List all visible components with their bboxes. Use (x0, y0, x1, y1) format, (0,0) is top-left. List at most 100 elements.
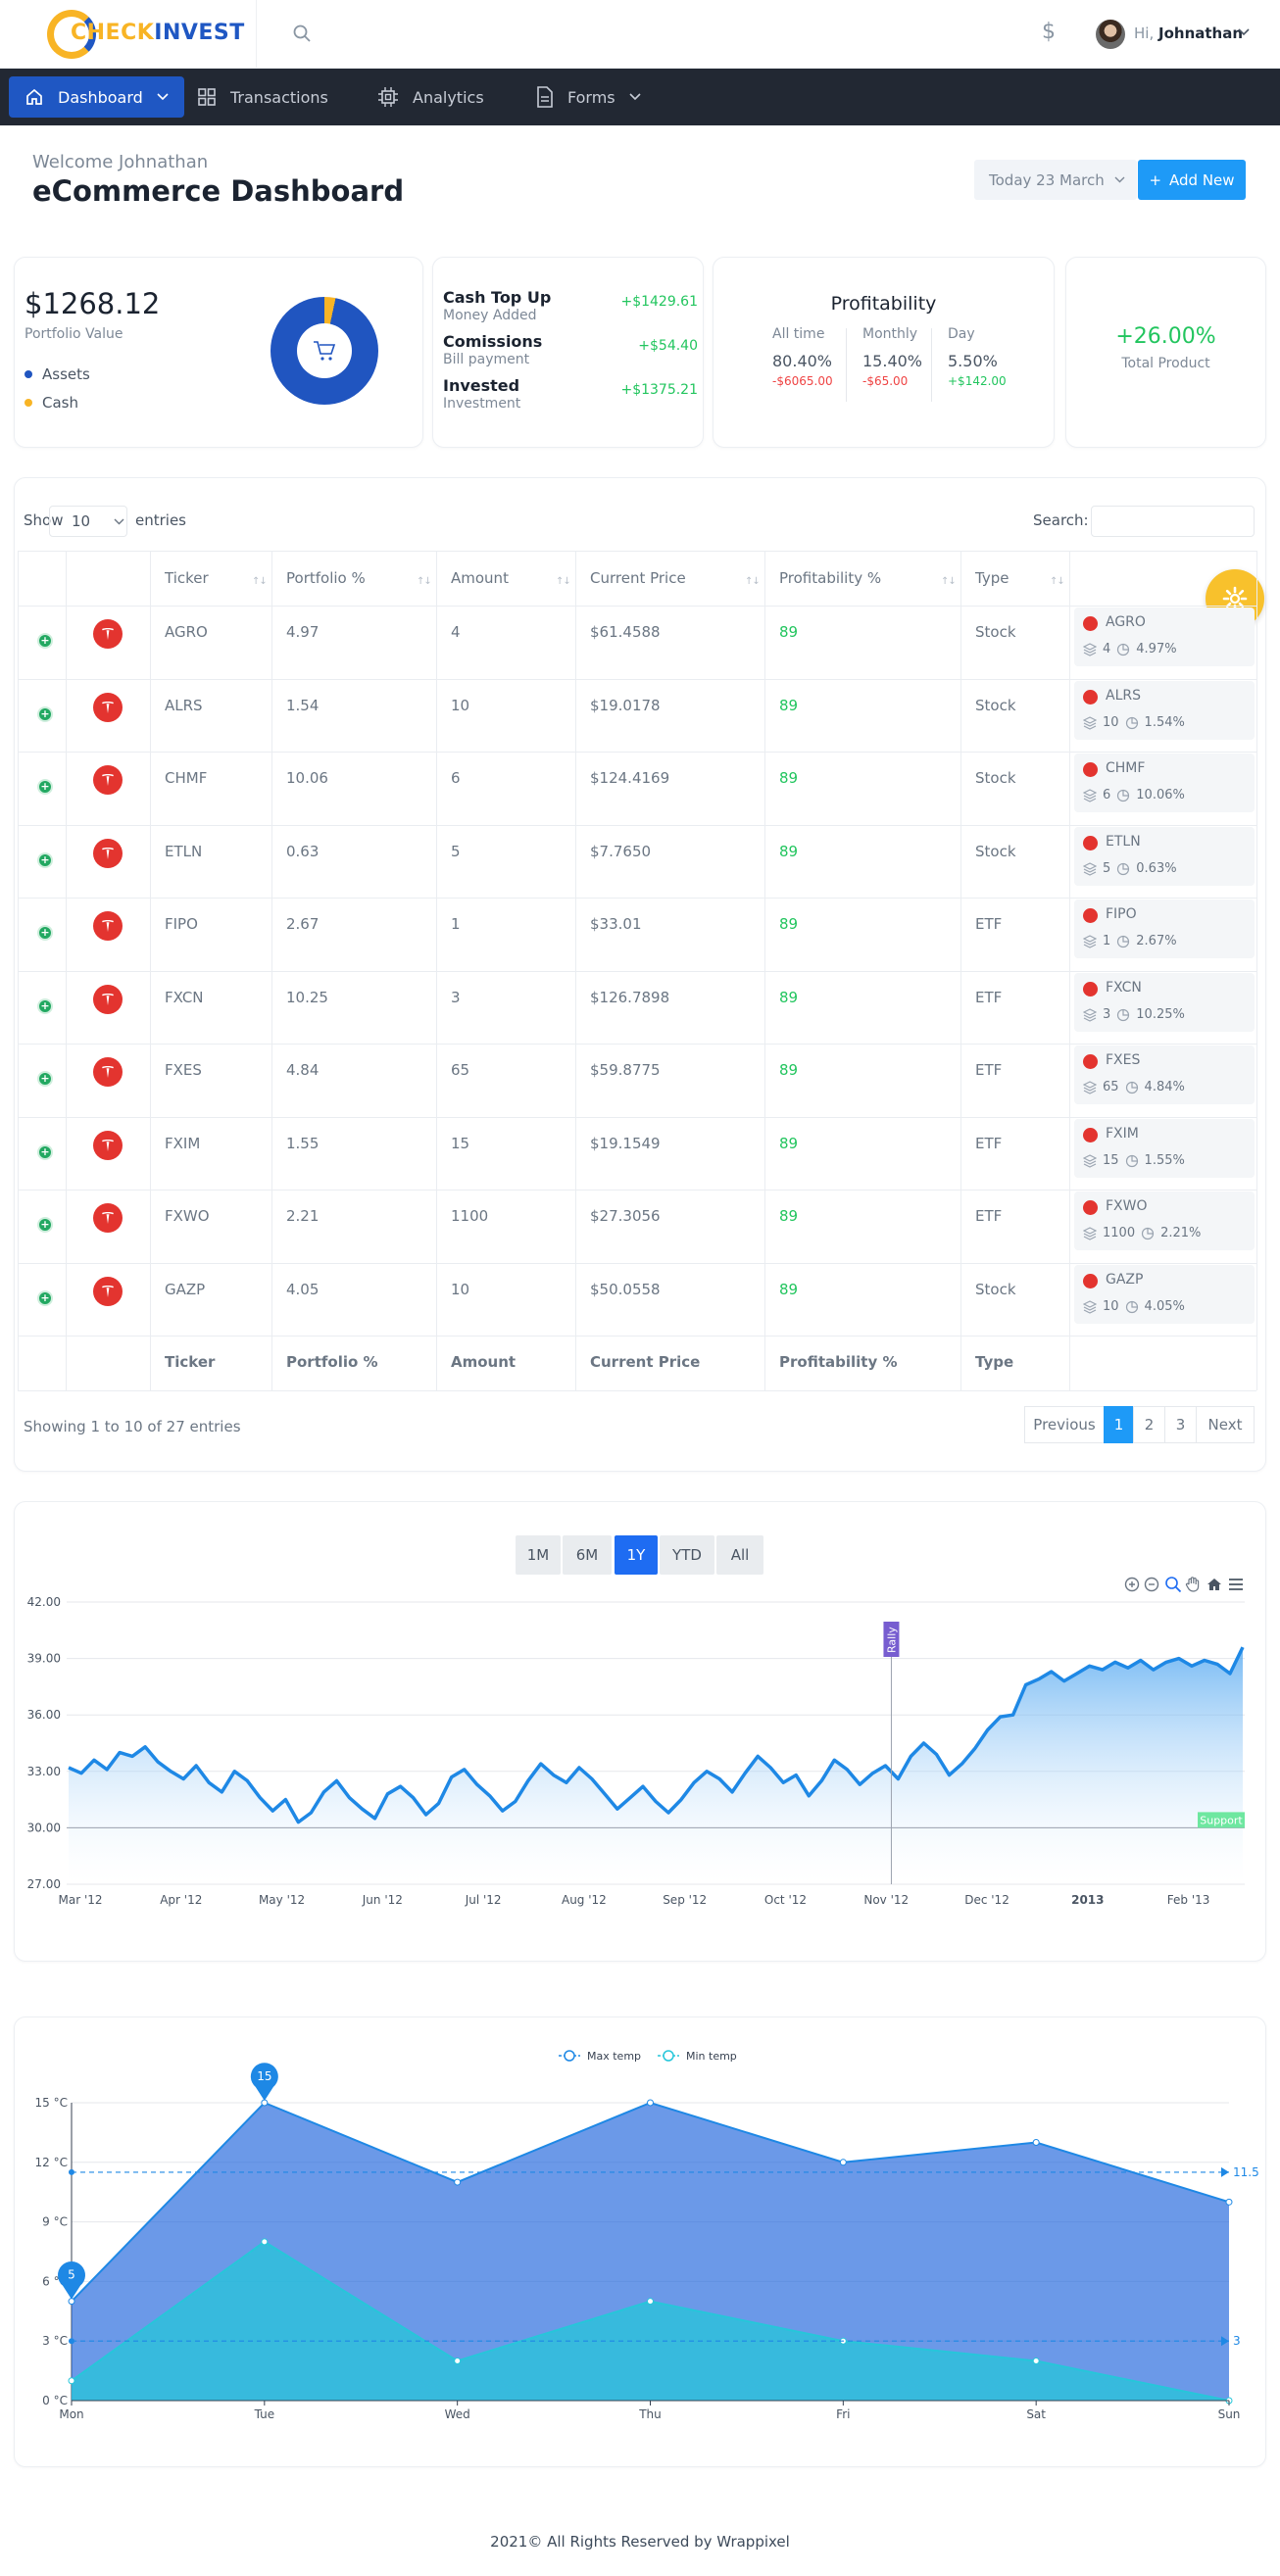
sort-icon[interactable]: ↑↓ (745, 576, 761, 587)
tesla-logo-icon (1083, 1128, 1098, 1142)
range-button-1y[interactable]: 1Y (615, 1535, 658, 1575)
summary-ticker: ALRS (1106, 688, 1141, 704)
logo-text-part2: INVEST (154, 21, 245, 45)
entries-per-page-select[interactable]: 10 (49, 506, 127, 537)
summary-ticker: FXES (1106, 1052, 1141, 1068)
sort-icon[interactable]: ↑↓ (1050, 576, 1065, 587)
table-row-divider (18, 752, 1256, 753)
table-header-type[interactable]: Type (975, 569, 1009, 587)
pie-chart-icon (1125, 1081, 1138, 1094)
pagination-next[interactable]: Next (1196, 1406, 1255, 1443)
table-row-divider (18, 551, 1256, 552)
expand-row-button[interactable]: + (37, 779, 53, 795)
portfolio-value: $1268.12 (25, 287, 161, 320)
grid-icon (198, 88, 216, 106)
nav-item-dashboard[interactable]: Dashboard (9, 76, 184, 118)
pagination-page-2[interactable]: 2 (1133, 1406, 1165, 1443)
pagination-previous[interactable]: Previous (1024, 1406, 1105, 1443)
range-button-ytd[interactable]: YTD (660, 1535, 714, 1575)
range-button-all[interactable]: All (716, 1535, 763, 1575)
cell-portfolio: 4.05 (286, 1281, 320, 1298)
y-tick-label: 9 °C (42, 2215, 68, 2229)
menu-icon[interactable] (1227, 1576, 1245, 1593)
zoom-select-icon[interactable] (1164, 1576, 1182, 1593)
sort-icon[interactable]: ↑↓ (417, 576, 432, 587)
chevron-down-icon[interactable] (1238, 28, 1250, 36)
sort-icon[interactable]: ↑↓ (941, 576, 957, 587)
pagination-page-1[interactable]: 1 (1104, 1406, 1134, 1443)
expand-row-button[interactable]: + (37, 1144, 53, 1160)
footer-text: 2021© All Rights Reserved by Wrappixel (490, 2533, 790, 2551)
rally-annotation-label: Rally (885, 1627, 898, 1653)
avatar[interactable] (1096, 20, 1125, 49)
zoom-in-icon[interactable] (1123, 1576, 1141, 1593)
expand-row-button[interactable]: + (37, 925, 53, 941)
add-new-button[interactable]: + Add New (1138, 160, 1246, 200)
nav-item-forms[interactable]: Forms (520, 76, 657, 118)
home-icon[interactable] (1206, 1576, 1223, 1593)
temperature-area-chart[interactable]: Max temp Min temp0 °C3 °C6 °C9 °C12 °C15 … (14, 2036, 1266, 2438)
sort-icon[interactable]: ↑↓ (252, 576, 268, 587)
summary-ticker: FXCN (1106, 980, 1142, 996)
summary-percent: 4.84% (1144, 1080, 1185, 1094)
stock-price-area-chart[interactable]: 27.00 30.00 33.00 36.00 39.00 42.00 Mar '12 Apr… (24, 1592, 1256, 1925)
finance-amount: +$54.40 (638, 338, 698, 354)
tesla-logo-icon (93, 1277, 123, 1306)
pie-chart-icon (1125, 1154, 1138, 1167)
table-header-current-price[interactable]: Current Price (590, 569, 686, 587)
nav-item-transactions[interactable]: Transactions (181, 76, 344, 118)
expand-row-button[interactable]: + (37, 1217, 53, 1233)
range-button-1m[interactable]: 1M (516, 1535, 561, 1575)
legend-label: Min temp (686, 2050, 737, 2063)
zoom-out-icon[interactable] (1143, 1576, 1160, 1593)
data-point (1032, 2357, 1040, 2364)
showing-entries-text: Showing 1 to 10 of 27 entries (24, 1418, 241, 1435)
expand-row-button[interactable]: + (37, 706, 53, 722)
range-button-6m[interactable]: 6M (563, 1535, 612, 1575)
tesla-logo-icon (93, 1131, 123, 1160)
user-menu[interactable]: Hi, Johnathan (1134, 24, 1243, 42)
cell-amount: 3 (451, 989, 461, 1006)
cell-price: $59.8775 (590, 1061, 661, 1079)
expand-row-button[interactable]: + (37, 1071, 53, 1087)
table-search-input[interactable] (1091, 506, 1255, 537)
chevron-down-icon (1114, 176, 1125, 183)
table-header-amount[interactable]: Amount (451, 569, 509, 587)
table-column-divider (575, 551, 576, 1390)
expand-row-button[interactable]: + (37, 633, 53, 649)
table-header-profitability[interactable]: Profitability % (779, 569, 881, 587)
search-icon[interactable] (292, 24, 312, 43)
expand-row-button[interactable]: + (37, 852, 53, 868)
pagination-page-3[interactable]: 3 (1164, 1406, 1197, 1443)
nav-item-analytics[interactable]: Analytics (362, 76, 500, 118)
x-tick-label: Mon (59, 2407, 83, 2421)
cell-profit: 89 (779, 1061, 799, 1079)
table-column-divider (150, 551, 151, 1390)
table-column-divider (436, 551, 437, 1390)
legend-label: Max temp (587, 2050, 641, 2063)
sort-icon[interactable]: ↑↓ (556, 576, 571, 587)
reference-line-start (69, 2338, 74, 2345)
table-column-divider (764, 551, 765, 1390)
currency-icon[interactable]: $ (1042, 20, 1056, 44)
nav-label: Forms (567, 87, 615, 107)
file-icon (537, 86, 553, 108)
date-picker-button[interactable]: Today 23 March (974, 160, 1137, 200)
expand-row-button[interactable]: + (37, 1290, 53, 1306)
table-header-ticker[interactable]: Ticker (165, 569, 209, 587)
table-row-divider (18, 606, 1256, 607)
chevron-down-icon (629, 93, 641, 101)
date-label: Today 23 March (989, 170, 1105, 189)
x-tick-label: Fri (836, 2407, 850, 2421)
expand-row-button[interactable]: + (37, 998, 53, 1014)
table-header-portfolio[interactable]: Portfolio % (286, 569, 366, 587)
logo[interactable]: CHECKINVEST (0, 0, 257, 69)
welcome-text: Welcome Johnathan (32, 152, 209, 172)
cell-type: ETF (975, 1135, 1003, 1152)
data-point (839, 2159, 847, 2166)
total-product-value: +26.00% (1115, 324, 1216, 349)
pan-hand-icon[interactable] (1184, 1576, 1202, 1593)
cell-profit: 89 (779, 1281, 799, 1298)
pie-chart-icon (1117, 935, 1130, 948)
x-tick-label: Dec '12 (964, 1893, 1009, 1907)
